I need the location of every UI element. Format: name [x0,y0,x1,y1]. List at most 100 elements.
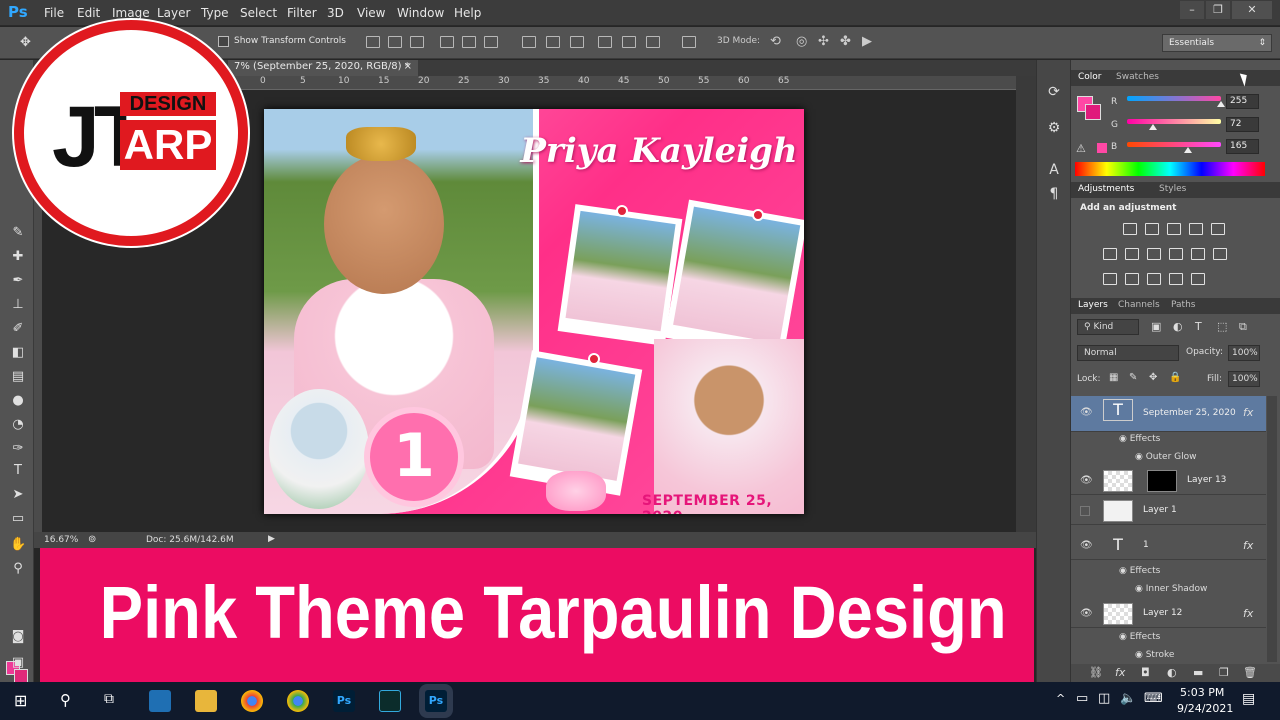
eye-icon[interactable]: ◉ [1119,434,1130,444]
brightness-icon[interactable] [1123,223,1137,235]
lock-image-icon[interactable]: ✎ [1129,372,1137,383]
tab-styles[interactable]: Styles [1159,184,1186,194]
menu-layer[interactable]: Layer [157,6,190,20]
vertical-scrollbar[interactable] [1016,76,1036,532]
tab-adjustments[interactable]: Adjustments [1078,184,1134,194]
show-transform-checkbox[interactable] [218,36,229,47]
fill-input[interactable]: 100% [1228,371,1260,387]
layer-name[interactable]: Layer 13 [1187,475,1226,485]
layer-name[interactable]: Layer 1 [1143,505,1177,515]
workspace-select[interactable]: Essentials ⇕ [1162,34,1272,52]
menu-view[interactable]: View [357,6,385,20]
brush-tool-icon[interactable]: ✒ [10,274,26,288]
delete-layer-icon[interactable]: 🗑 [1243,666,1257,679]
history-brush-icon[interactable]: ✐ [10,322,26,336]
lock-transparent-icon[interactable]: ▦ [1109,372,1118,383]
distribute-right-icon[interactable] [646,36,660,48]
minimize-button[interactable]: – [1180,1,1204,19]
blur-tool-icon[interactable]: ● [10,394,26,408]
3d-roll-icon[interactable]: ◎ [796,34,807,49]
menu-image[interactable]: Image [112,6,150,20]
distribute-hcenter-icon[interactable] [622,36,636,48]
screen-recorder-icon[interactable] [149,690,171,712]
visibility-eye-icon[interactable]: 👁 [1080,608,1093,619]
photoshop-active-icon[interactable]: Ps [425,690,447,712]
zoom-level[interactable]: 16.67% [44,535,78,545]
color-balance-icon[interactable] [1125,248,1139,260]
path-selection-icon[interactable]: ➤ [10,488,26,502]
photo-filter-icon[interactable] [1169,248,1183,260]
layer-name[interactable]: 1 [1143,540,1149,550]
blue-value[interactable]: 165 [1226,139,1259,154]
align-bottom-icon[interactable] [410,36,424,48]
layer-name[interactable]: Layer 12 [1143,608,1182,618]
file-explorer-icon[interactable] [195,690,217,712]
exposure-icon[interactable] [1189,223,1203,235]
document-tab[interactable]: 7% (September 25, 2020, RGB/8) * × [228,60,418,76]
filter-shape-icon[interactable]: ⬚ [1217,320,1227,333]
new-layer-icon[interactable]: ❐ [1219,666,1229,679]
visibility-toggle-empty[interactable] [1080,506,1090,516]
history-icon[interactable]: ⟳ [1046,84,1062,100]
fx-icon[interactable]: fx [1243,406,1253,419]
selective-color-icon[interactable] [1169,273,1183,285]
channel-mixer-icon[interactable] [1191,248,1205,260]
levels-icon[interactable] [1145,223,1159,235]
healing-brush-icon[interactable]: ✚ [10,250,26,264]
chrome-profile-icon[interactable] [287,690,309,712]
layer-row-1[interactable]: 👁 T 1 fx [1071,532,1266,560]
gradient-map-icon[interactable] [1191,273,1205,285]
layer-row-september-25-2020[interactable]: 👁 T September 25, 2020 fx [1071,396,1266,432]
chrome-icon[interactable] [241,690,263,712]
align-right-icon[interactable] [484,36,498,48]
clock-time[interactable]: 5:03 PM [1180,686,1224,699]
auto-align-icon[interactable] [682,36,696,48]
visibility-eye-icon[interactable]: 👁 [1080,540,1093,551]
menu-3d[interactable]: 3D [327,6,344,20]
dodge-tool-icon[interactable]: ◔ [10,418,26,432]
distribute-left-icon[interactable] [598,36,612,48]
distribute-vcenter-icon[interactable] [546,36,560,48]
close-button[interactable]: ✕ [1232,1,1272,19]
hue-saturation-icon[interactable] [1103,248,1117,260]
lock-all-icon[interactable]: 🔒 [1169,372,1181,383]
tab-layers[interactable]: Layers [1078,300,1108,310]
visibility-eye-icon[interactable]: 👁 [1080,407,1093,418]
layer-row-layer-13[interactable]: 👁 Layer 13 [1071,467,1266,495]
new-group-icon[interactable]: ▬ [1193,666,1203,679]
add-style-icon[interactable]: fx [1115,666,1125,679]
red-value[interactable]: 255 [1226,94,1259,109]
tray-chevron-icon[interactable]: ^ [1056,692,1065,705]
eye-icon[interactable]: ◉ [1119,566,1130,576]
background-color-swatch[interactable] [14,669,28,683]
layers-scrollbar[interactable] [1267,396,1277,662]
color-lookup-icon[interactable] [1213,248,1227,260]
red-slider[interactable] [1127,96,1225,107]
align-hcenter-icon[interactable] [462,36,476,48]
menu-help[interactable]: Help [454,6,481,20]
filter-type-icon[interactable]: T [1195,320,1202,333]
task-view-icon[interactable]: ⧉ [104,691,114,707]
menu-edit[interactable]: Edit [77,6,100,20]
align-vcenter-icon[interactable] [388,36,402,48]
tab-color[interactable]: Color [1078,72,1102,82]
screen-mode-icon[interactable]: ▣ [10,656,26,670]
paragraph-icon[interactable]: ¶ [1046,186,1062,202]
clock-date[interactable]: 9/24/2021 [1177,702,1233,715]
search-icon[interactable]: ⚲ [60,691,71,709]
quick-mask-icon[interactable]: ◙ [10,630,26,644]
link-layers-icon[interactable]: ⛓ [1089,666,1103,679]
volume-icon[interactable]: 🔈 [1120,691,1136,706]
eraser-tool-icon[interactable]: ◧ [10,346,26,360]
layer-filter-select[interactable]: ⚲ Kind [1077,319,1139,335]
slider-marker-icon[interactable] [1217,101,1225,107]
windows-start-icon[interactable]: ⊞ [14,691,27,710]
filter-pixel-icon[interactable]: ▣ [1151,320,1161,333]
status-menu-arrow-icon[interactable]: ▶ [268,534,275,544]
filter-adjustment-icon[interactable]: ◐ [1173,320,1183,333]
menu-window[interactable]: Window [397,6,444,20]
type-tool-icon[interactable]: T [10,464,26,478]
monitor-icon[interactable]: ◫ [1098,691,1110,706]
eyedropper-tool-icon[interactable]: ✎ [10,226,26,240]
align-left-icon[interactable] [440,36,454,48]
